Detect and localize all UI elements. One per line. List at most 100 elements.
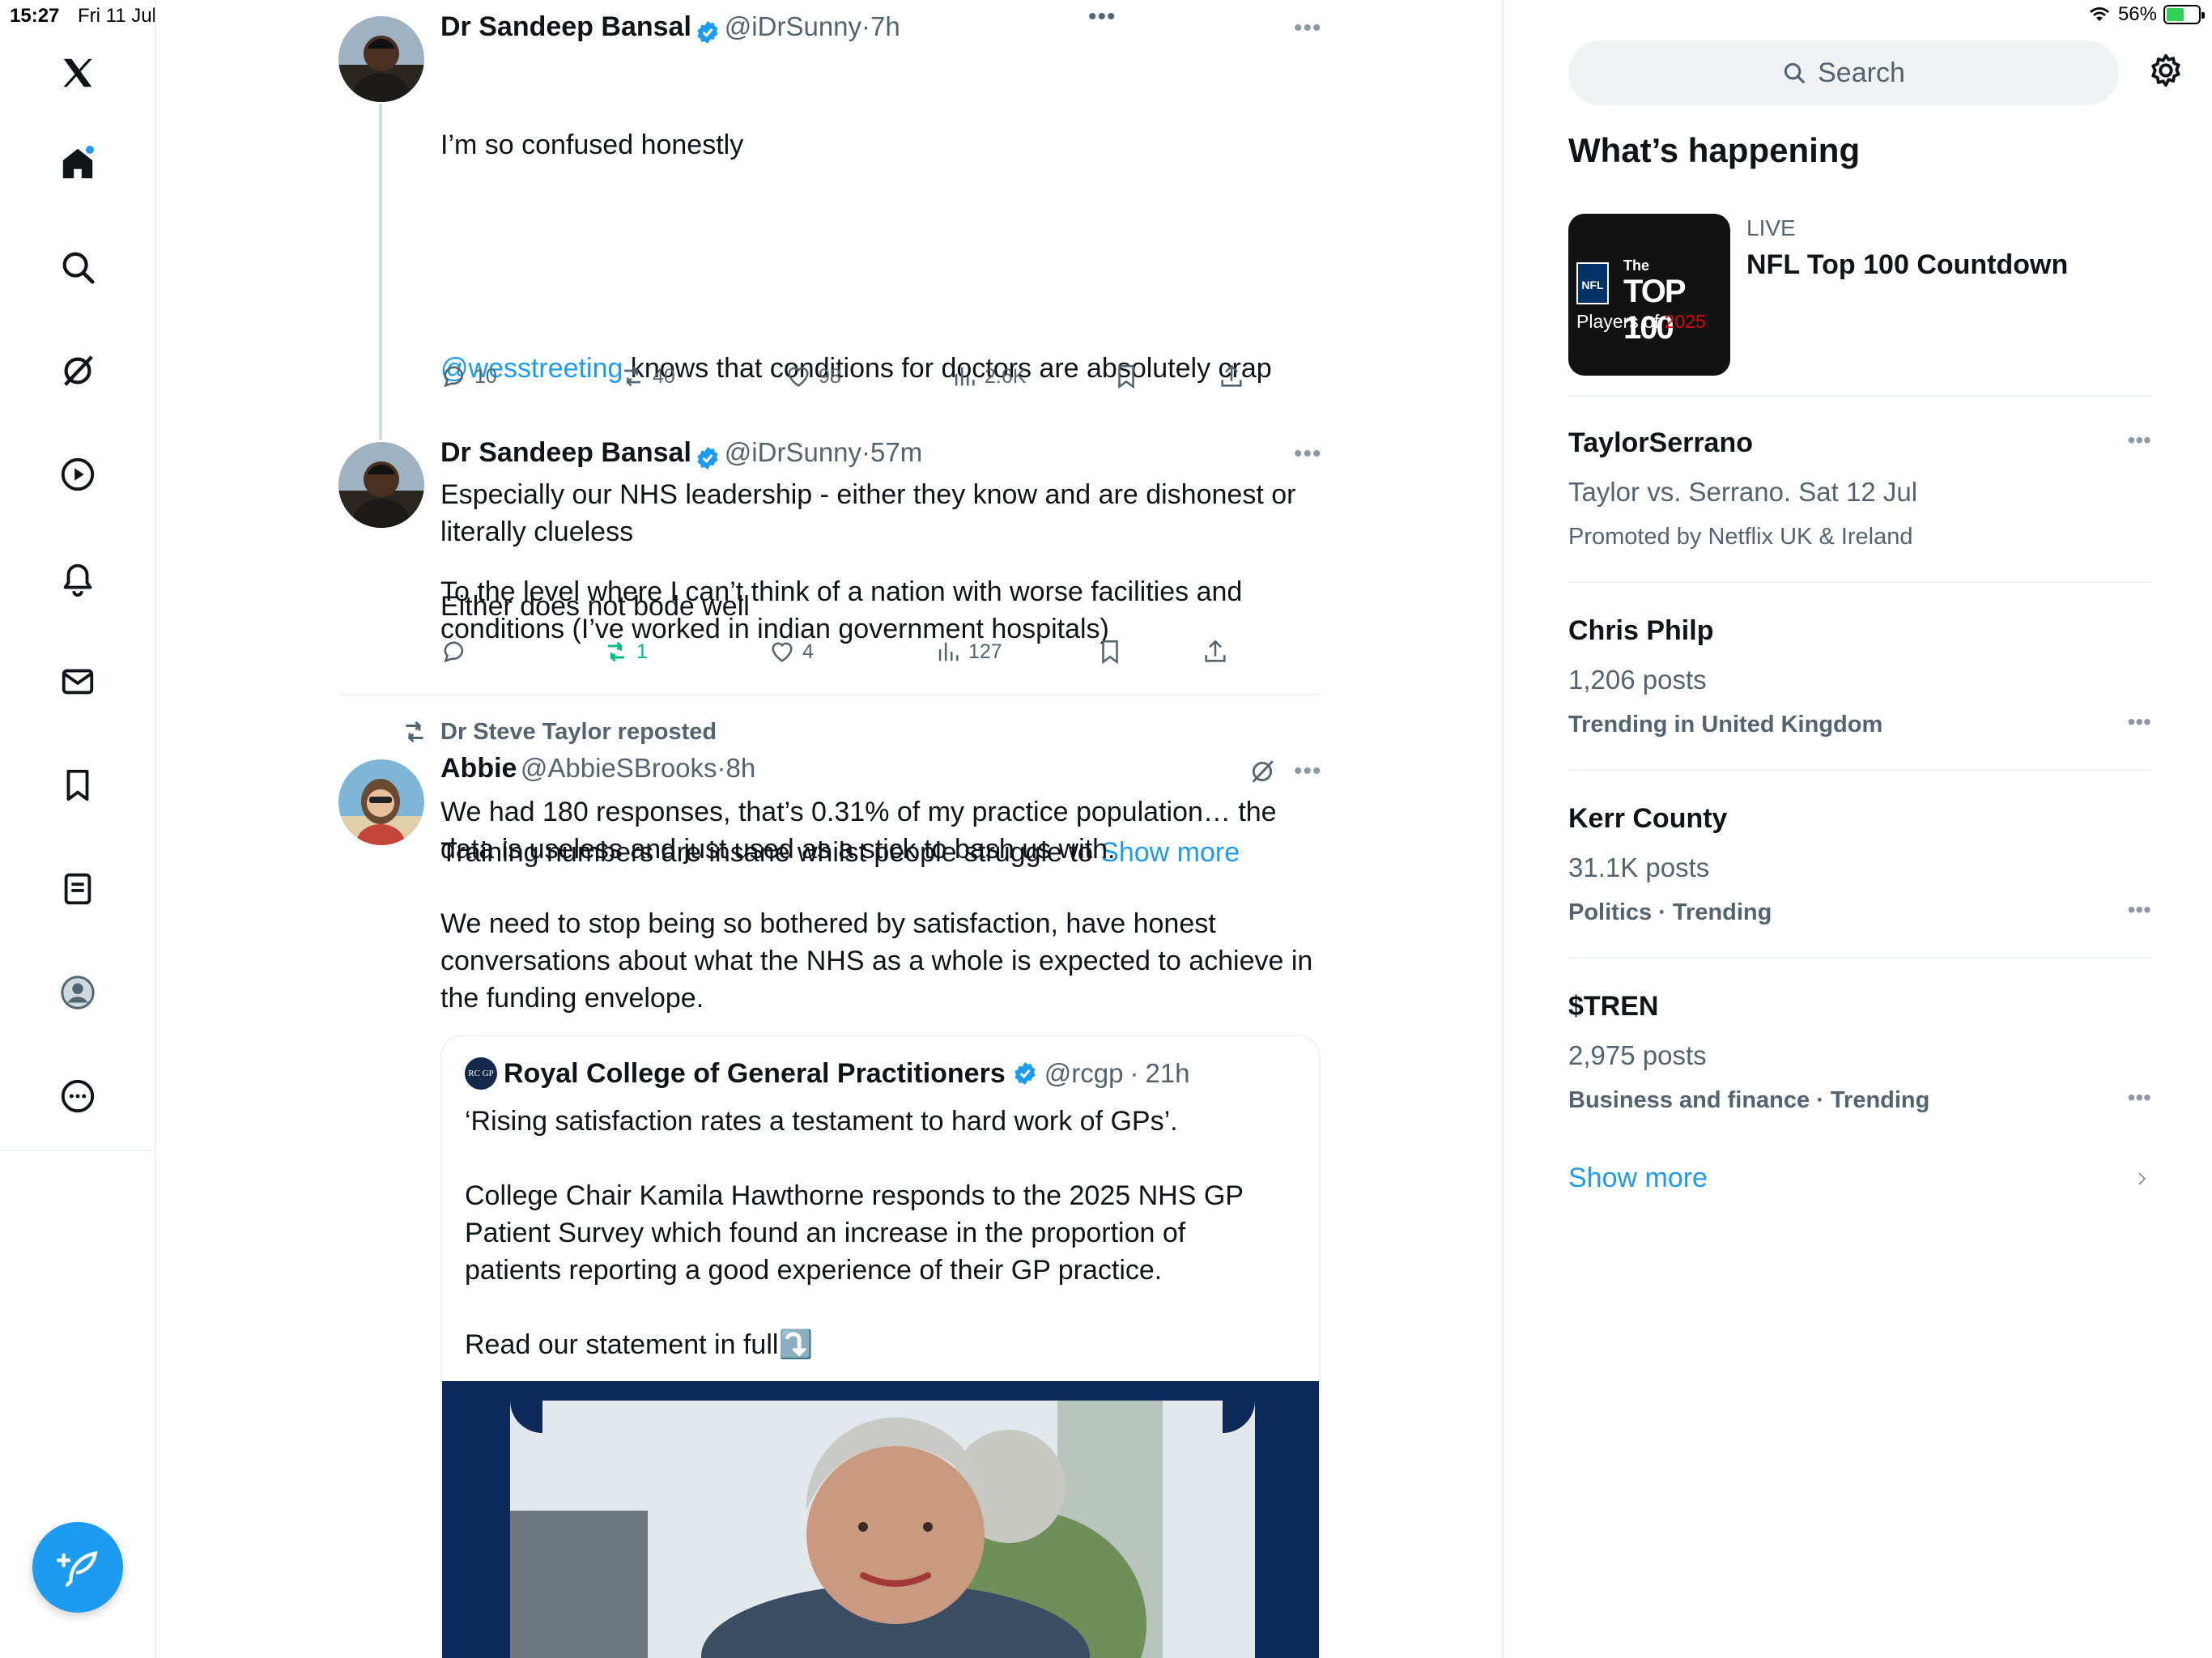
trend-divider	[1568, 581, 2151, 583]
reply-button[interactable]: 10	[440, 363, 619, 390]
grok-explain-button[interactable]	[1249, 758, 1276, 789]
separator-dot: ·	[861, 11, 871, 41]
views-button[interactable]: 127	[934, 638, 1096, 665]
reply-icon	[444, 366, 464, 388]
post-time[interactable]: 57m	[870, 437, 922, 467]
views-button[interactable]: 2.6K	[951, 363, 1112, 390]
nfl-live-thumbnail[interactable]: NFL The TOP 100 Players of 2025	[1568, 214, 1730, 376]
like-button[interactable]: 4	[768, 638, 934, 665]
quote-text-body: ‘Rising satisfaction rates a testament t…	[465, 1106, 1244, 1360]
post-text: Especially our NHS leadership - either t…	[440, 479, 1296, 622]
trend-title: $TREN	[1568, 991, 1659, 1022]
whats-happening-title: What’s happening	[1568, 131, 1861, 169]
trend-more-button[interactable]: •••	[2128, 1085, 2151, 1111]
quote-image[interactable]	[442, 1381, 1319, 1658]
thumbnail-text: The	[1623, 257, 1650, 274]
post-divider	[338, 694, 1321, 695]
list-icon[interactable]	[53, 865, 102, 913]
avatar[interactable]	[338, 16, 424, 102]
grok-icon[interactable]	[53, 346, 102, 395]
portrait-photo	[510, 1401, 1255, 1658]
author-handle[interactable]: @iDrSunny	[725, 437, 861, 467]
share-button[interactable]	[1202, 638, 1250, 665]
trend-subtitle: 2,975 posts	[1568, 1040, 1707, 1070]
bookmark-button[interactable]	[1112, 363, 1218, 390]
trend-item[interactable]: Chris Philp 1,206 posts Trending in Unit…	[1568, 615, 2151, 745]
post-more-button[interactable]: •••	[1294, 15, 1322, 42]
repost-button[interactable]: 40	[619, 363, 785, 390]
video-icon[interactable]	[53, 450, 102, 499]
show-more-link[interactable]: Show more	[1568, 1163, 1708, 1194]
trend-item[interactable]: $TREN 2,975 posts Business and finance ·…	[1568, 991, 2151, 1120]
post-more-button[interactable]: •••	[1294, 758, 1322, 785]
post-time[interactable]: 7h	[870, 11, 900, 41]
live-event-title[interactable]: NFL Top 100 Countdown	[1746, 249, 2068, 281]
bookmark-icon	[1118, 364, 1134, 389]
view-count: 2.6K	[985, 364, 1027, 388]
search-icon[interactable]	[53, 243, 102, 291]
verified-badge-icon	[697, 20, 719, 44]
arrow-down-emoji: ⤵️	[778, 1329, 813, 1360]
show-more-trends[interactable]: Show more	[1568, 1163, 2151, 1194]
trend-title: Kerr County	[1568, 803, 1728, 834]
top-more-handle[interactable]: •••	[1088, 3, 1117, 31]
trend-more-button[interactable]: •••	[2128, 709, 2151, 735]
share-icon	[1205, 640, 1226, 662]
home-icon[interactable]	[53, 139, 102, 188]
author-handle[interactable]: @iDrSunny	[725, 11, 861, 41]
author-handle[interactable]: @AbbieSBrooks	[521, 753, 717, 783]
home-notification-dot	[84, 144, 96, 155]
quoted-post[interactable]: RC GP Royal College of General Practitio…	[440, 1035, 1321, 1658]
live-badge: LIVE	[1746, 215, 1796, 240]
bell-icon[interactable]	[53, 554, 102, 602]
compose-post-button[interactable]	[32, 1522, 123, 1613]
heart-icon	[788, 367, 809, 387]
trend-more-button[interactable]: •••	[2128, 427, 2151, 453]
thumbnail-text: TOP 100	[1623, 274, 1686, 346]
heart-icon	[772, 642, 793, 662]
repost-count: 40	[653, 364, 675, 388]
trend-item[interactable]: Kerr County 31.1K posts Politics · Trend…	[1568, 803, 2151, 933]
trend-meta: Trending in United Kingdom	[1568, 712, 1883, 738]
repost-button[interactable]: 1	[602, 638, 768, 665]
quote-author-name: Royal College of General Practitioners	[504, 1057, 1006, 1089]
post-more-button[interactable]: •••	[1294, 440, 1322, 468]
trend-item[interactable]: TaylorSerrano Taylor vs. Serrano. Sat 12…	[1568, 427, 2151, 557]
mail-icon[interactable]	[53, 657, 102, 706]
trend-subtitle: 1,206 posts	[1568, 665, 1707, 695]
search-placeholder: Search	[1818, 57, 1905, 88]
reply-button[interactable]	[440, 638, 602, 665]
repost-context[interactable]: Dr Steve Taylor reposted	[400, 717, 717, 746]
repost-count: 1	[636, 640, 648, 663]
author-name[interactable]: Dr Sandeep Bansal	[440, 11, 691, 42]
bookmark-icon	[1102, 640, 1118, 665]
like-button[interactable]: 98	[785, 363, 951, 390]
trend-meta: Business and finance · Trending	[1568, 1087, 1930, 1113]
nfl-shield-logo: NFL	[1576, 262, 1609, 304]
thumbnail-text: Players of 2025	[1576, 311, 1706, 332]
settings-button[interactable]	[2147, 52, 2188, 92]
grok-icon	[1252, 760, 1274, 783]
trend-more-button[interactable]: •••	[2128, 897, 2151, 923]
reply-count: 10	[474, 364, 497, 388]
avatar[interactable]	[338, 442, 424, 528]
share-icon	[1221, 364, 1242, 387]
rcgp-logo: RC GP	[465, 1057, 497, 1090]
thread-line	[379, 104, 382, 440]
share-button[interactable]	[1218, 363, 1266, 390]
quote-time: 21h	[1145, 1058, 1190, 1088]
post-time[interactable]: 8h	[726, 753, 756, 783]
quote-handle: @rcgp	[1044, 1058, 1124, 1088]
bookmark-icon[interactable]	[53, 761, 102, 810]
profile-icon[interactable]	[53, 968, 102, 1017]
search-input[interactable]: Search	[1568, 40, 2119, 105]
author-name[interactable]: Dr Sandeep Bansal	[440, 437, 691, 468]
author-name[interactable]: Abbie	[440, 753, 517, 784]
avatar[interactable]	[338, 759, 424, 845]
x-logo-icon[interactable]	[53, 49, 102, 97]
more-icon[interactable]	[53, 1072, 102, 1120]
nav-divider	[0, 1150, 156, 1151]
repost-icon	[624, 366, 640, 387]
bookmark-button[interactable]	[1096, 638, 1202, 665]
trend-divider	[1568, 957, 2151, 959]
